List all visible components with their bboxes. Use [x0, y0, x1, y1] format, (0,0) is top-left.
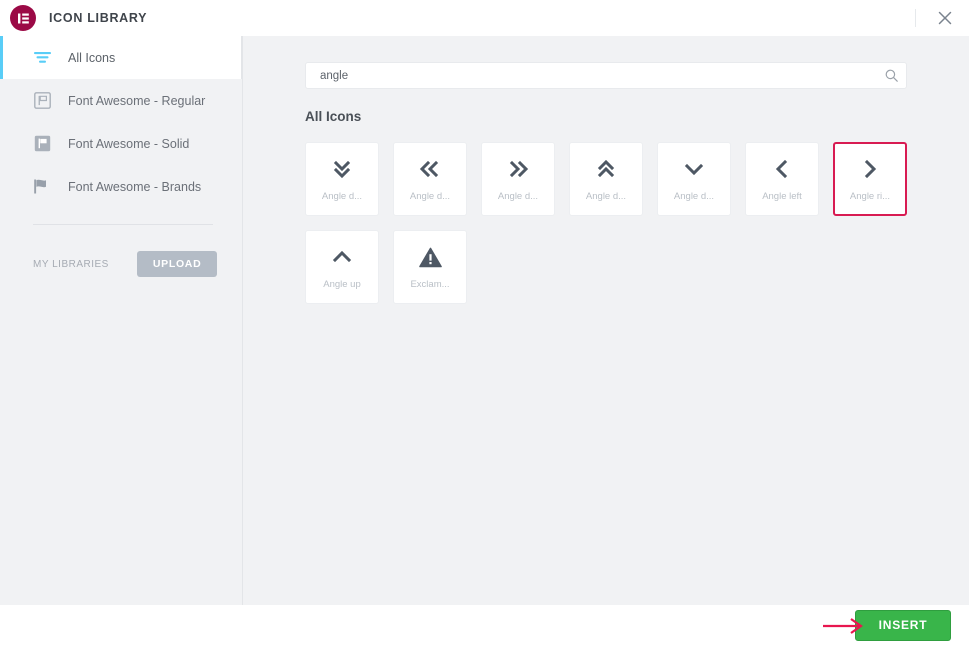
angle-up-icon: [332, 244, 352, 270]
sidebar-item-label: All Icons: [68, 50, 116, 65]
filter-lines-icon: [33, 49, 51, 67]
icon-card-angle-down[interactable]: Angle d...: [657, 142, 731, 216]
icon-card-label: Angle d...: [585, 191, 627, 202]
icon-card-exclamation-triangle[interactable]: Exclam...: [393, 230, 467, 304]
my-libraries-section: MY LIBRARIES UPLOAD: [0, 251, 242, 277]
logo-e-glyph: [17, 13, 29, 23]
filter-lines-glyph: [33, 52, 51, 63]
angle-double-right-icon: [507, 156, 529, 182]
search-bar: [305, 62, 907, 89]
sidebar-item-label: Font Awesome - Brands: [68, 179, 202, 194]
angle-double-up-glyph: [597, 159, 615, 178]
angle-up-glyph: [332, 250, 352, 263]
sidebar-item-label: Font Awesome - Solid: [68, 136, 190, 151]
close-icon[interactable]: [930, 3, 960, 33]
icon-card-label: Angle d...: [497, 191, 539, 202]
sidebar-item-all-icons[interactable]: All Icons: [0, 36, 242, 79]
angle-left-glyph: [775, 159, 788, 179]
search-input[interactable]: [306, 69, 876, 82]
angle-down-icon: [684, 156, 704, 182]
angle-double-down-glyph: [333, 160, 351, 179]
icon-card-label: Angle left: [762, 191, 802, 202]
icon-card-angle-double-up[interactable]: Angle d...: [569, 142, 643, 216]
sidebar-item-font-awesome-brands[interactable]: Font Awesome - Brands: [0, 165, 242, 208]
page-title: ICON LIBRARY: [49, 11, 148, 25]
icon-card-label: Angle ri...: [849, 191, 891, 202]
flag-solid-icon: [33, 135, 51, 153]
sidebar-item-font-awesome-regular[interactable]: Font Awesome - Regular: [0, 79, 242, 122]
icon-browser-panel: All Icons Angle d... An: [243, 36, 969, 605]
icon-card-label: Angle d...: [409, 191, 451, 202]
icon-card-angle-double-left[interactable]: Angle d...: [393, 142, 467, 216]
icon-library-modal: ICON LIBRARY All Icons Font Awesome - Re…: [0, 0, 969, 645]
upload-button[interactable]: UPLOAD: [136, 251, 218, 277]
header-divider: [915, 9, 916, 27]
angle-double-right-glyph: [509, 160, 529, 178]
flag-regular-glyph: [33, 92, 51, 109]
angle-double-up-icon: [596, 156, 616, 182]
flag-solid-glyph: [34, 135, 50, 152]
icon-card-angle-right[interactable]: Angle ri...: [833, 142, 907, 216]
close-glyph: [938, 11, 952, 25]
icon-card-angle-double-down[interactable]: Angle d...: [305, 142, 379, 216]
elementor-logo-icon: [10, 5, 36, 31]
sidebar-divider: [33, 224, 213, 225]
flag-brands-glyph: [34, 179, 46, 194]
angle-double-down-icon: [332, 156, 352, 182]
search-icon[interactable]: [876, 63, 906, 88]
icon-card-angle-left[interactable]: Angle left: [745, 142, 819, 216]
exclamation-triangle-icon: [418, 244, 442, 270]
library-sidebar: All Icons Font Awesome - Regular Font Aw…: [0, 36, 243, 605]
icon-card-angle-double-right[interactable]: Angle d...: [481, 142, 555, 216]
angle-down-glyph: [684, 163, 704, 176]
angle-left-icon: [774, 156, 790, 182]
icon-grid: Angle d... Angle d... Angle d... Angle d…: [305, 142, 945, 304]
flag-brands-icon: [33, 178, 51, 196]
section-title: All Icons: [305, 109, 362, 124]
angle-right-glyph: [864, 159, 877, 179]
my-libraries-label: MY LIBRARIES: [33, 258, 109, 270]
icon-card-label: Angle d...: [673, 191, 715, 202]
icon-card-angle-up[interactable]: Angle up: [305, 230, 379, 304]
sidebar-item-label: Font Awesome - Regular: [68, 93, 206, 108]
flag-regular-icon: [33, 92, 51, 110]
modal-footer: INSERT: [0, 605, 969, 645]
icon-card-label: Exclam...: [410, 279, 450, 290]
header-actions: [915, 0, 969, 36]
angle-double-left-icon: [419, 156, 441, 182]
insert-button[interactable]: INSERT: [855, 609, 951, 641]
search-glyph: [885, 69, 898, 82]
icon-card-label: Angle d...: [321, 191, 363, 202]
modal-header: ICON LIBRARY: [0, 0, 969, 36]
exclamation-triangle-glyph: [418, 247, 442, 267]
sidebar-item-font-awesome-solid[interactable]: Font Awesome - Solid: [0, 122, 242, 165]
angle-right-icon: [862, 156, 878, 182]
angle-double-left-glyph: [419, 160, 439, 178]
icon-card-label: Angle up: [323, 279, 361, 290]
